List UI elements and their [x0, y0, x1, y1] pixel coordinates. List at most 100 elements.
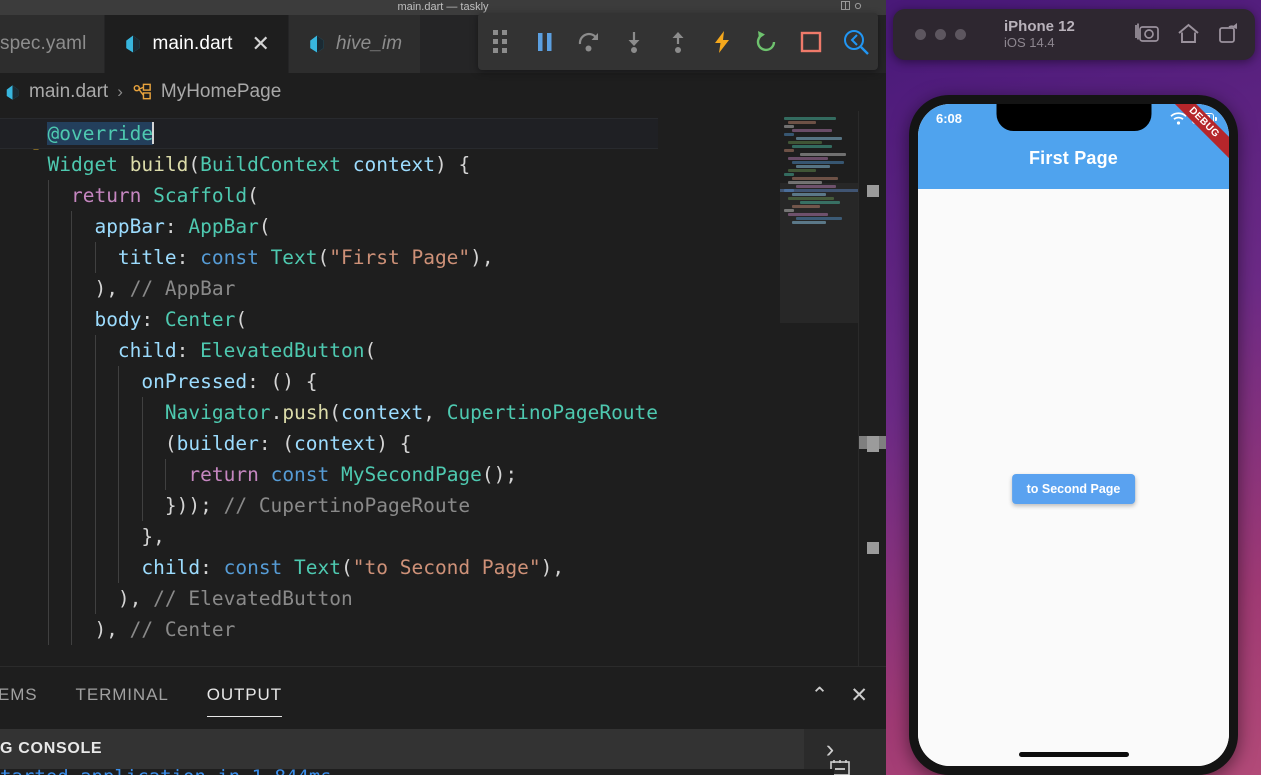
split-editor-icon[interactable]	[841, 1, 850, 10]
code-token: child	[117, 339, 177, 362]
code-line[interactable]: @override	[0, 118, 659, 149]
code-editor[interactable]: @override Widget build(BuildContext cont…	[0, 111, 886, 666]
breadcrumb-symbol[interactable]: MyHomePage	[132, 81, 281, 103]
indent-guide	[47, 304, 49, 335]
code-line[interactable]: title: const Text("First Page"),	[0, 242, 658, 273]
debug-hot-reload-button[interactable]	[700, 13, 744, 70]
code-token: return	[70, 184, 142, 207]
minimize-window-dot[interactable]	[935, 29, 946, 40]
indent-guide	[71, 521, 72, 552]
code-line[interactable]: body: Center(	[0, 304, 658, 335]
indent-guide	[47, 428, 49, 459]
debug-console-header: G CONSOLE	[0, 729, 886, 769]
minimap-line	[796, 185, 836, 188]
code-token: (	[329, 401, 342, 424]
home-icon[interactable]	[1177, 23, 1200, 44]
code-line[interactable]: ), // AppBar	[0, 273, 658, 304]
code-line[interactable]: child: const Text("to Second Page"),	[0, 552, 658, 583]
panel-tab-terminal[interactable]: TERMINAL	[76, 685, 169, 711]
breadcrumb-file-label: main.dart	[29, 81, 109, 102]
zoom-window-dot[interactable]	[955, 29, 966, 40]
indent-guide	[47, 273, 49, 304]
simulator-os-version: iOS 14.4	[1004, 34, 1055, 50]
editor-scrollbar[interactable]	[858, 111, 886, 666]
dart-file-icon	[126, 35, 141, 53]
simulator-titlebar[interactable]: iPhone 12 iOS 14.4	[893, 9, 1255, 60]
indent-guide	[94, 335, 96, 366]
minimap-line	[788, 169, 816, 172]
app-appbar-title: First Page	[1028, 148, 1119, 168]
debug-step-out-button[interactable]	[656, 13, 700, 70]
screenshot-icon[interactable]	[1135, 22, 1159, 44]
code-token: ) {	[434, 153, 471, 176]
indent-guide	[71, 428, 72, 459]
debug-step-into-button[interactable]	[611, 13, 655, 70]
code-line[interactable]: ), // Center	[0, 614, 658, 645]
panel-tab-output[interactable]: OUTPUT	[206, 685, 283, 717]
debug-drag-handle[interactable]	[478, 13, 522, 70]
code-token: ();	[481, 463, 518, 486]
debug-inspector-button[interactable]	[834, 13, 878, 70]
breadcrumb-file[interactable]: main.dart	[4, 81, 108, 103]
iphone-screen[interactable]: 6:08 First Page DEBUG to Second Page	[918, 104, 1229, 766]
editor-tab-spec-yaml[interactable]: spec.yaml	[0, 15, 106, 73]
to-second-page-button[interactable]: to Second Page	[1011, 474, 1136, 504]
rotate-icon[interactable]	[1218, 22, 1239, 44]
scrollbar-marker[interactable]	[867, 542, 879, 554]
status-bar-time: 6:08	[936, 110, 963, 126]
editor-tab-close-icon[interactable]: ✕	[252, 33, 270, 55]
code-token: (	[364, 339, 377, 362]
code-line[interactable]: onPressed: () {	[0, 366, 658, 397]
indent-guide	[71, 397, 72, 428]
code-line[interactable]: return Scaffold(	[0, 180, 658, 211]
code-line[interactable]: (builder: (context) {	[0, 428, 658, 459]
code-line[interactable]: })); // CupertinoPageRoute	[0, 490, 658, 521]
code-text[interactable]: @override Widget build(BuildContext cont…	[0, 111, 659, 645]
code-line[interactable]	[0, 111, 658, 118]
simulator-device-info: iPhone 12 iOS 14.4	[1004, 18, 1075, 50]
class-symbol-icon	[133, 83, 151, 100]
scrollbar-marker[interactable]	[867, 185, 879, 197]
code-line[interactable]: return const MySecondPage();	[0, 459, 658, 490]
minimap-slider[interactable]	[780, 183, 858, 323]
simulator-window-controls[interactable]	[915, 29, 966, 40]
debug-step-over-button[interactable]	[567, 13, 611, 70]
code-token: Widget	[47, 153, 118, 176]
screen-root: main.dart — taskly spec.yaml main.dart ✕…	[0, 0, 1261, 775]
code-token: context	[352, 153, 435, 176]
editor-minimap[interactable]	[780, 111, 858, 666]
panel-close-button[interactable]: ✕	[850, 683, 868, 708]
text-cursor	[152, 122, 155, 144]
code-token: builder	[176, 432, 259, 455]
editor-tab-hive-im[interactable]: hive_im	[288, 15, 422, 73]
code-line[interactable]: Widget build(BuildContext context) {	[0, 149, 658, 180]
debug-stop-button[interactable]	[789, 13, 833, 70]
indent-guide	[71, 552, 72, 583]
code-line[interactable]: appBar: AppBar(	[0, 211, 658, 242]
debug-toolbar[interactable]	[478, 13, 878, 70]
debug-hot-restart-button[interactable]	[745, 13, 789, 70]
code-line[interactable]: child: ElevatedButton(	[0, 335, 658, 366]
code-line[interactable]: ), // ElevatedButton	[0, 583, 658, 614]
panel-tab-ems[interactable]: EMS	[0, 685, 38, 711]
code-token: AppBar	[188, 215, 259, 238]
code-surface[interactable]: @override Widget build(BuildContext cont…	[0, 111, 780, 666]
indent-guide	[47, 397, 49, 428]
code-token: :	[176, 339, 201, 362]
window-controls[interactable]	[841, 1, 862, 10]
close-window-dot[interactable]	[915, 29, 926, 40]
debug-pause-button[interactable]	[522, 13, 566, 70]
code-line[interactable]: Navigator.push(context, CupertinoPageRou…	[0, 397, 658, 428]
scrollbar-marker[interactable]	[867, 440, 879, 452]
panel-collapse-button[interactable]: ⌃	[811, 683, 829, 708]
ios-home-indicator[interactable]	[1018, 752, 1129, 757]
indent-guide	[118, 490, 119, 521]
indent-guide	[94, 397, 96, 428]
editor-tab-main-dart[interactable]: main.dart ✕	[105, 15, 289, 73]
more-actions-icon[interactable]	[854, 2, 862, 10]
code-token: ) {	[376, 432, 412, 455]
code-line[interactable]: },	[0, 521, 658, 552]
